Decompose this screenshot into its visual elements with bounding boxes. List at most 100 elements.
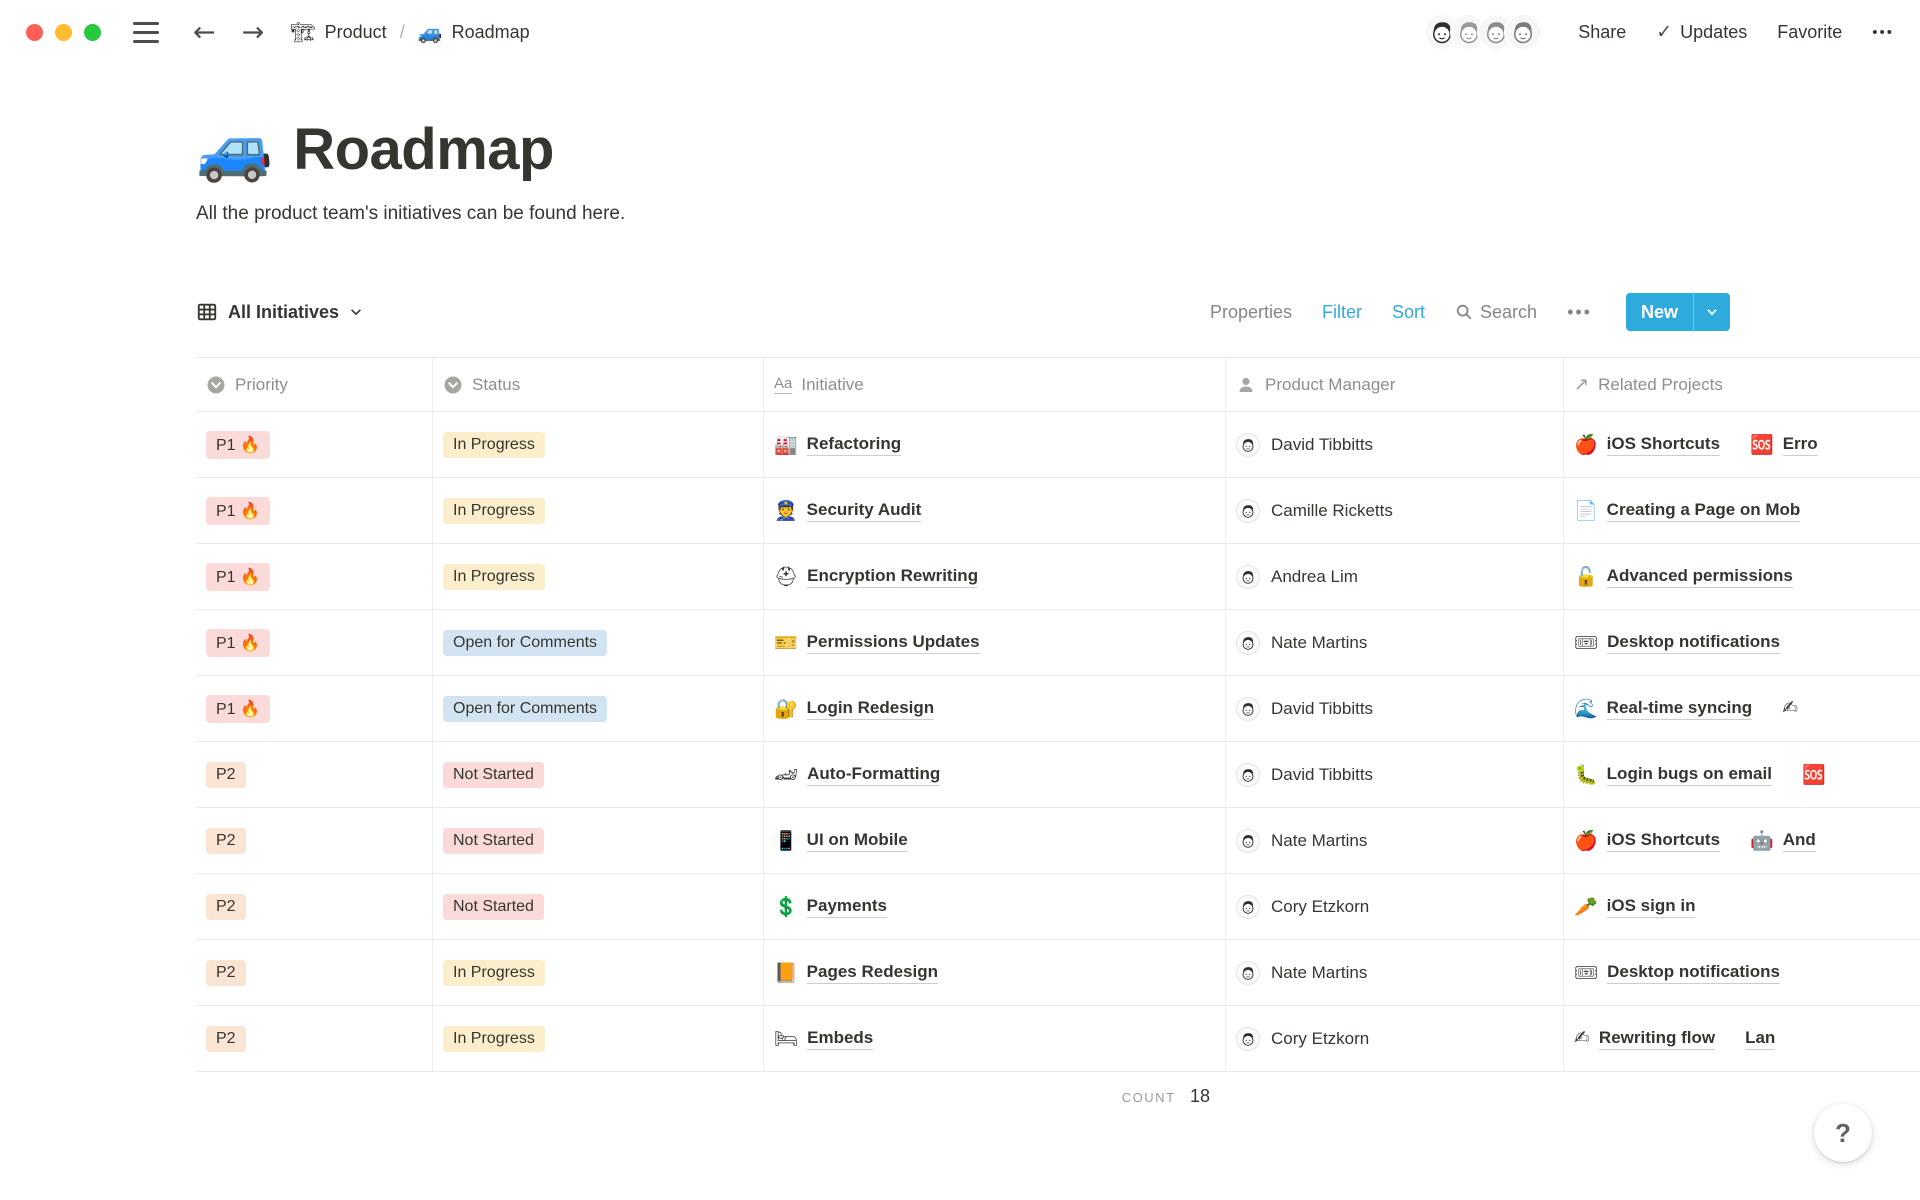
initiative-page-link[interactable]: 🏭Refactoring <box>774 433 901 457</box>
status-cell[interactable]: Not Started <box>433 808 764 873</box>
priority-cell[interactable]: P2 <box>196 940 433 1005</box>
initiative-page-link[interactable]: 🎫Permissions Updates <box>774 631 980 655</box>
related-projects-cell[interactable]: 🎟Desktop notifications <box>1564 940 1920 1005</box>
product-manager-cell[interactable]: David Tibbitts <box>1226 412 1564 477</box>
person-chip[interactable]: Nate Martins <box>1236 961 1367 985</box>
status-cell[interactable]: Not Started <box>433 742 764 807</box>
product-manager-cell[interactable]: Andrea Lim <box>1226 544 1564 609</box>
minimize-window-button[interactable] <box>55 24 72 41</box>
initiative-page-link[interactable]: 👮Security Audit <box>774 499 921 523</box>
help-button[interactable]: ? <box>1814 1104 1872 1162</box>
related-page-link[interactable]: 🆘 <box>1802 763 1826 787</box>
product-manager-cell[interactable]: Nate Martins <box>1226 610 1564 675</box>
priority-tag[interactable]: P1 🔥 <box>206 695 270 723</box>
product-manager-cell[interactable]: Cory Etzkorn <box>1226 874 1564 939</box>
product-manager-cell[interactable]: David Tibbitts <box>1226 676 1564 741</box>
more-options-icon[interactable]: ••• <box>1872 24 1894 41</box>
status-tag[interactable]: Not Started <box>443 894 544 920</box>
related-page-link[interactable]: 🍎iOS Shortcuts <box>1574 433 1720 457</box>
search-button[interactable]: Search <box>1455 302 1537 323</box>
product-manager-cell[interactable]: David Tibbitts <box>1226 742 1564 807</box>
status-tag[interactable]: In Progress <box>443 960 545 986</box>
priority-cell[interactable]: P1 🔥 <box>196 544 433 609</box>
view-switcher[interactable]: All Initiatives <box>196 301 363 323</box>
initiative-cell[interactable]: ⛑Encryption Rewriting <box>764 544 1226 609</box>
new-button-label[interactable]: New <box>1626 293 1693 331</box>
avatar[interactable] <box>1504 13 1542 51</box>
person-chip[interactable]: David Tibbitts <box>1236 433 1373 457</box>
status-tag[interactable]: Open for Comments <box>443 696 607 722</box>
related-projects-cell[interactable]: 🌊Real-time syncing✍ <box>1564 676 1920 741</box>
related-page-link[interactable]: 📄Creating a Page on Mob <box>1574 499 1800 523</box>
person-chip[interactable]: David Tibbitts <box>1236 763 1373 787</box>
initiative-page-link[interactable]: 🏎Auto-Formatting <box>774 763 940 787</box>
priority-tag[interactable]: P2 <box>206 894 246 920</box>
person-chip[interactable]: David Tibbitts <box>1236 697 1373 721</box>
view-more-options-icon[interactable]: ••• <box>1567 302 1592 323</box>
related-projects-cell[interactable]: 🥕iOS sign in <box>1564 874 1920 939</box>
column-header-related[interactable]: ↗Related Projects <box>1564 358 1920 411</box>
zoom-window-button[interactable] <box>84 24 101 41</box>
back-arrow-icon[interactable]: ← <box>193 19 216 46</box>
column-header-status[interactable]: Status <box>433 358 764 411</box>
priority-tag[interactable]: P2 <box>206 1026 246 1052</box>
related-page-link[interactable]: ✍Rewriting flow <box>1574 1027 1715 1050</box>
status-tag[interactable]: Not Started <box>443 762 544 788</box>
initiative-cell[interactable]: 🎫Permissions Updates <box>764 610 1226 675</box>
initiative-cell[interactable]: 🏭Refactoring <box>764 412 1226 477</box>
priority-cell[interactable]: P2 <box>196 874 433 939</box>
related-page-link[interactable]: Lan <box>1745 1028 1775 1050</box>
priority-tag[interactable]: P1 🔥 <box>206 563 270 591</box>
person-chip[interactable]: Nate Martins <box>1236 631 1367 655</box>
status-cell[interactable]: Open for Comments <box>433 676 764 741</box>
status-cell[interactable]: In Progress <box>433 412 764 477</box>
product-manager-cell[interactable]: Cory Etzkorn <box>1226 1006 1564 1071</box>
priority-tag[interactable]: P1 🔥 <box>206 431 270 459</box>
priority-cell[interactable]: P2 <box>196 808 433 873</box>
person-chip[interactable]: Nate Martins <box>1236 829 1367 853</box>
close-window-button[interactable] <box>26 24 43 41</box>
related-page-link[interactable]: 🤖And <box>1750 829 1816 853</box>
status-tag[interactable]: Open for Comments <box>443 630 607 656</box>
initiative-cell[interactable]: 💲Payments <box>764 874 1226 939</box>
status-cell[interactable]: In Progress <box>433 478 764 543</box>
status-tag[interactable]: Not Started <box>443 828 544 854</box>
related-projects-cell[interactable]: 🍎iOS Shortcuts🤖And <box>1564 808 1920 873</box>
related-page-link[interactable]: 🎟Desktop notifications <box>1574 961 1780 985</box>
initiative-cell[interactable]: 🏎Auto-Formatting <box>764 742 1226 807</box>
page-title[interactable]: Roadmap <box>293 116 554 183</box>
viewer-avatars[interactable] <box>1423 13 1542 51</box>
status-cell[interactable]: In Progress <box>433 544 764 609</box>
status-cell[interactable]: In Progress <box>433 1006 764 1071</box>
favorite-button[interactable]: Favorite <box>1777 22 1842 43</box>
share-button[interactable]: Share <box>1578 22 1626 43</box>
related-page-link[interactable]: 🎟Desktop notifications <box>1574 631 1780 655</box>
priority-tag[interactable]: P1 🔥 <box>206 497 270 525</box>
priority-cell[interactable]: P1 🔥 <box>196 478 433 543</box>
person-chip[interactable]: Cory Etzkorn <box>1236 895 1369 919</box>
column-header-priority[interactable]: Priority <box>196 358 433 411</box>
status-tag[interactable]: In Progress <box>443 1026 545 1052</box>
forward-arrow-icon[interactable]: → <box>242 19 265 46</box>
page-description[interactable]: All the product team's initiatives can b… <box>196 203 1920 225</box>
page-icon[interactable]: 🚙 <box>196 119 273 181</box>
product-manager-cell[interactable]: Nate Martins <box>1226 808 1564 873</box>
initiative-page-link[interactable]: 🔐Login Redesign <box>774 697 934 721</box>
priority-cell[interactable]: P1 🔥 <box>196 610 433 675</box>
status-cell[interactable]: Open for Comments <box>433 610 764 675</box>
status-cell[interactable]: Not Started <box>433 874 764 939</box>
priority-cell[interactable]: P1 🔥 <box>196 412 433 477</box>
count-label[interactable]: COUNT <box>1122 1090 1176 1105</box>
related-projects-cell[interactable]: 🍎iOS Shortcuts🆘Erro <box>1564 412 1920 477</box>
breadcrumb-current[interactable]: Roadmap <box>452 22 530 43</box>
priority-tag[interactable]: P1 🔥 <box>206 629 270 657</box>
priority-tag[interactable]: P2 <box>206 762 246 788</box>
related-projects-cell[interactable]: 🔓Advanced permissions <box>1564 544 1920 609</box>
column-header-pm[interactable]: Product Manager <box>1226 358 1564 411</box>
initiative-cell[interactable]: 📙Pages Redesign <box>764 940 1226 1005</box>
person-chip[interactable]: Andrea Lim <box>1236 565 1358 589</box>
person-chip[interactable]: Cory Etzkorn <box>1236 1027 1369 1051</box>
person-chip[interactable]: Camille Ricketts <box>1236 499 1393 523</box>
initiative-cell[interactable]: 👮Security Audit <box>764 478 1226 543</box>
priority-tag[interactable]: P2 <box>206 828 246 854</box>
